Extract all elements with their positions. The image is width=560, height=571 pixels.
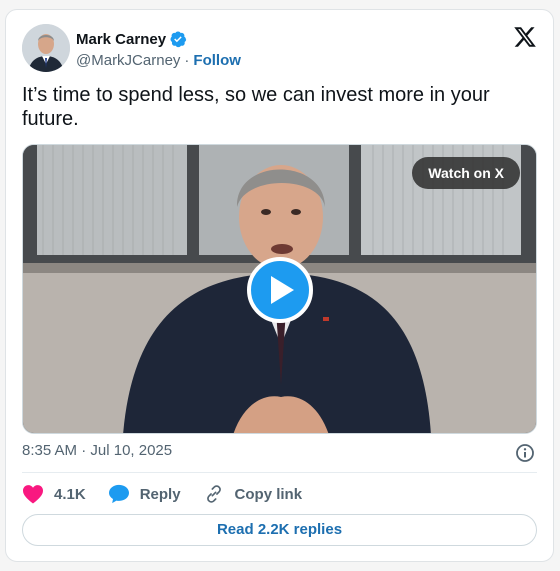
- separator: ·: [81, 442, 87, 459]
- divider: [22, 472, 537, 473]
- play-icon: [271, 276, 294, 304]
- reply-button[interactable]: Reply: [108, 484, 181, 504]
- watch-on-x-button[interactable]: Watch on X: [412, 157, 520, 189]
- avatar[interactable]: [22, 24, 70, 72]
- tweet-timestamp[interactable]: 8:35 AM · Jul 10, 2025: [22, 442, 537, 464]
- link-icon: [206, 485, 221, 503]
- display-name[interactable]: Mark Carney: [76, 31, 166, 48]
- like-button[interactable]: 4.1K: [22, 484, 86, 504]
- author-handle[interactable]: @MarkJCarney: [76, 52, 180, 69]
- author-info: Mark Carney @MarkJCarney · Follow: [76, 29, 241, 71]
- tweet-embed-card: Mark Carney @MarkJCarney · Follow It’s t…: [5, 9, 554, 562]
- tweet-time: 8:35 AM: [22, 442, 78, 459]
- copy-link-button[interactable]: Copy link: [203, 484, 303, 504]
- tweet-date: Jul 10, 2025: [90, 442, 173, 459]
- tweet-actions: 4.1K Reply Copy link: [22, 482, 324, 506]
- tweet-text: It’s time to spend less, so we can inves…: [22, 84, 490, 130]
- heart-icon: [23, 485, 43, 504]
- info-icon[interactable]: [515, 443, 535, 463]
- video-player[interactable]: Watch on X: [22, 144, 537, 434]
- tweet-header: Mark Carney @MarkJCarney · Follow: [22, 24, 539, 74]
- separator: ·: [184, 51, 190, 69]
- follow-button[interactable]: Follow: [193, 52, 241, 69]
- verified-badge-icon: [169, 30, 187, 48]
- reply-label: Reply: [139, 485, 181, 503]
- reply-bubble-icon: [108, 484, 129, 504]
- play-button[interactable]: [247, 257, 313, 323]
- x-logo-icon[interactable]: [513, 25, 537, 49]
- copy-link-label: Copy link: [234, 485, 303, 503]
- likes-count: 4.1K: [54, 485, 86, 503]
- read-replies-button[interactable]: Read 2.2K replies: [22, 514, 537, 546]
